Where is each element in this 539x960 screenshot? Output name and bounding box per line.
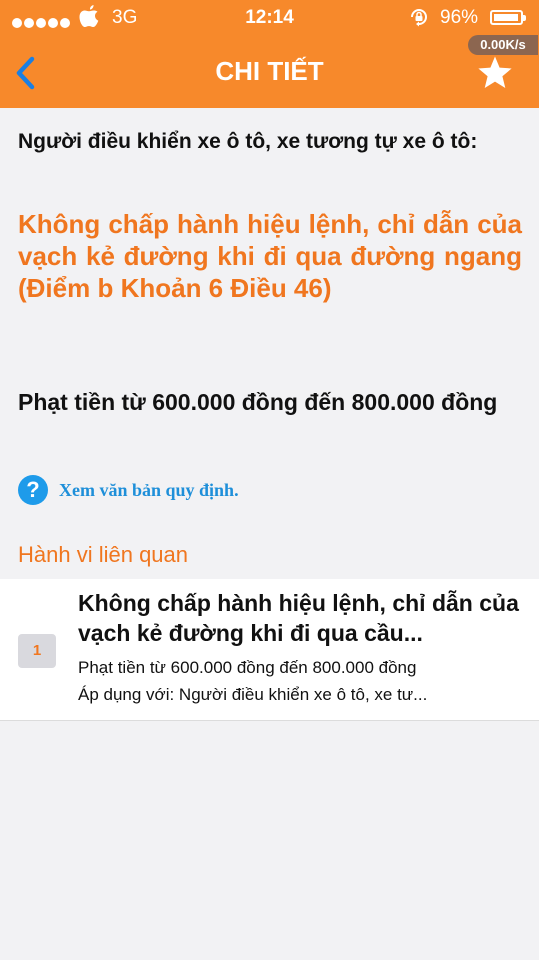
item-applies-to: Áp dụng với: Người điều khiển xe ô tô, x…: [78, 685, 428, 704]
favorite-star-icon[interactable]: [476, 55, 514, 91]
regulation-link-label[interactable]: Xem văn bản quy định.: [59, 480, 239, 501]
list-divider: [0, 720, 539, 721]
violation-description: Không chấp hành hiệu lệnh, chỉ dẫn của v…: [18, 209, 522, 303]
fine-amount: Phạt tiền từ 600.000 đồng đến 800.000 đồ…: [18, 389, 498, 415]
app-header: 3G 12:14 96% 0.00K/s CHI TIẾT: [0, 0, 539, 108]
network-speed-badge: 0.00K/s: [468, 35, 538, 55]
list-item[interactable]: 1 Không chấp hành hiệu lệnh, chỉ dẫn của…: [0, 579, 539, 721]
status-bar: 3G 12:14 96%: [0, 0, 539, 36]
item-fine: Phạt tiền từ 600.000 đồng đến 800.000 đồ…: [78, 658, 417, 677]
battery-icon: [490, 10, 526, 25]
battery-percentage: 96%: [440, 7, 479, 28]
battery-level-fill: [494, 14, 518, 21]
vehicle-subject: Người điều khiển xe ô tô, xe tương tự xe…: [18, 130, 478, 153]
item-number-badge: 1: [18, 634, 56, 668]
detail-panel: Người điều khiển xe ô tô, xe tương tự xe…: [0, 108, 539, 578]
question-circle-icon: ?: [18, 475, 48, 505]
item-title: Không chấp hành hiệu lệnh, chỉ dẫn của v…: [78, 590, 519, 646]
related-section-heading: Hành vi liên quan: [18, 542, 189, 567]
rotation-lock-icon: [411, 9, 427, 27]
page-title: CHI TIẾT: [215, 56, 324, 86]
